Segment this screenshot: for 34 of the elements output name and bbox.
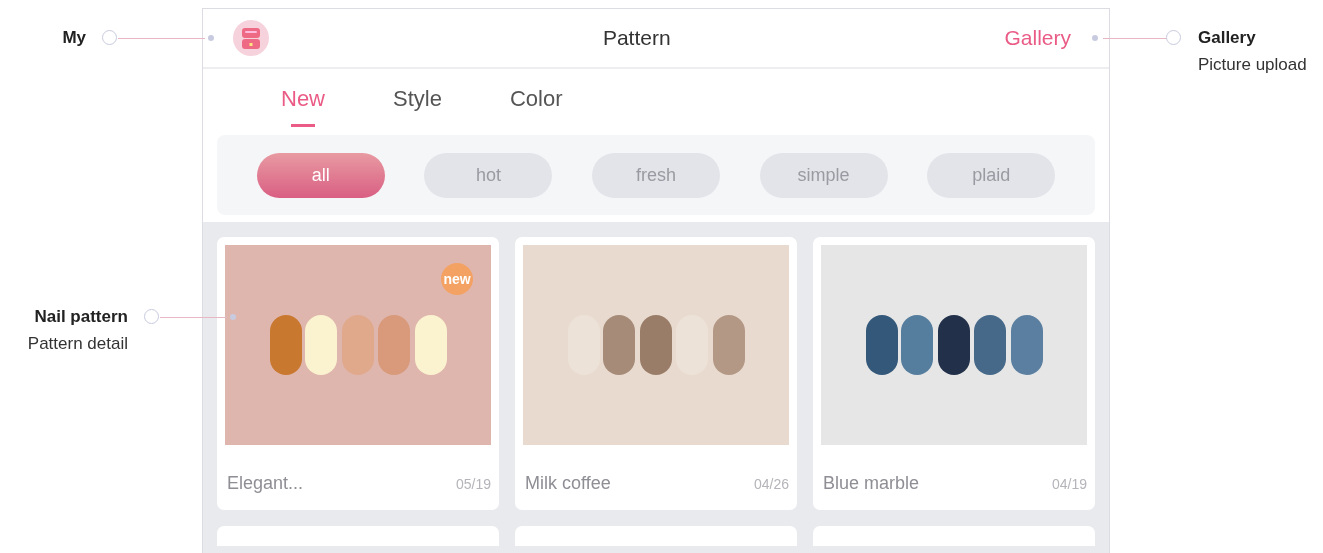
- callout-title: Gallery: [1198, 27, 1257, 50]
- tab[interactable]: Style: [383, 69, 452, 132]
- callout-subtitle: Pattern detail: [27, 333, 128, 355]
- gallery-link[interactable]: Gallery: [1004, 26, 1071, 51]
- filter-chip[interactable]: plaid: [927, 152, 1056, 198]
- leader-line: [1103, 38, 1168, 40]
- filter-chip[interactable]: simple: [759, 152, 888, 198]
- avatar-icon[interactable]: [233, 20, 269, 57]
- pattern-card[interactable]: Blue marble 04/19: [813, 237, 1095, 510]
- card-date: 04/19: [1051, 475, 1087, 492]
- filter-chip[interactable]: all: [256, 152, 385, 198]
- filter-chip[interactable]: hot: [424, 152, 553, 198]
- page-title: Pattern: [601, 26, 672, 51]
- card-title: Milk coffee: [525, 473, 611, 494]
- callout-circle: [144, 309, 159, 324]
- card-title: Blue marble: [823, 473, 920, 494]
- anchor-dot: [230, 314, 236, 320]
- leader-line: [160, 317, 227, 318]
- new-badge: new: [441, 263, 473, 295]
- anchor-dot: [1092, 35, 1098, 42]
- callout-subtitle: Picture upload: [1198, 54, 1307, 77]
- anchor-dot: [208, 35, 214, 42]
- pattern-card[interactable]: Milk coffee 04/26: [515, 237, 797, 510]
- callout-title: Nail pattern: [33, 306, 128, 328]
- tab[interactable]: New: [271, 69, 335, 132]
- tab[interactable]: Color: [499, 69, 573, 132]
- card-date: 04/26: [753, 475, 789, 492]
- callout-circle: [102, 30, 117, 46]
- filter-chip[interactable]: fresh: [592, 152, 720, 198]
- card-title: Elegant...: [227, 473, 304, 494]
- card-date: 05/19: [455, 475, 491, 492]
- callout-title: My: [62, 27, 86, 50]
- pattern-card[interactable]: new Elegant... 05/19: [217, 237, 499, 510]
- callout-circle: [1166, 30, 1181, 46]
